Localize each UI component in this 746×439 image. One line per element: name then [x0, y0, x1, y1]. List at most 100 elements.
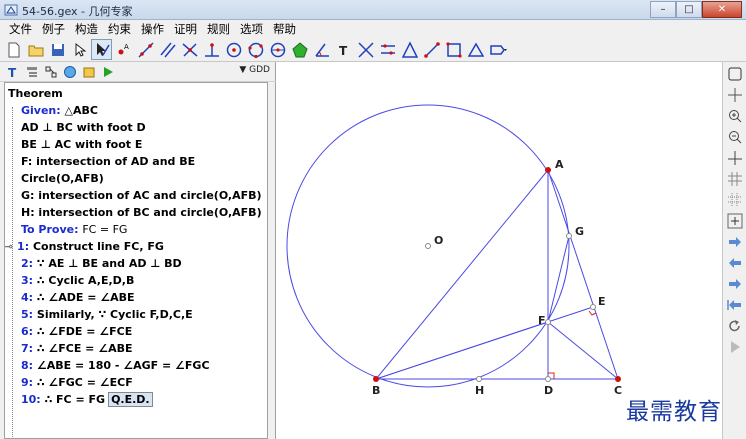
play-icon[interactable]	[727, 339, 743, 355]
step-back-icon[interactable]	[727, 297, 743, 313]
proof-step[interactable]: 3: ∴ Cyclic A,E,D,B	[21, 272, 134, 289]
segment-fg[interactable]	[547, 235, 570, 323]
point-d[interactable]	[545, 376, 551, 382]
proof-step[interactable]: 2: ∵ AE ⊥ BE and AD ⊥ BD	[21, 255, 182, 272]
tree-root[interactable]: Theorem	[8, 85, 63, 102]
save-icon[interactable]	[47, 39, 68, 60]
qed-badge[interactable]: Q.E.D.	[108, 392, 153, 407]
database-icon[interactable]	[80, 64, 98, 80]
arrow-right-icon[interactable]	[727, 234, 743, 250]
app-icon	[4, 4, 18, 16]
step-number: 10:	[21, 393, 41, 406]
condition-row[interactable]: F: intersection of AD and BE	[21, 153, 195, 170]
select-arrow-icon[interactable]	[69, 39, 90, 60]
text-icon[interactable]: T	[333, 39, 354, 60]
menu-examples[interactable]: 例子	[37, 21, 70, 37]
point-g[interactable]	[566, 233, 572, 239]
step-text: Similarly, ∵ Cyclic F,D,C,E	[36, 308, 193, 321]
triangle-abc[interactable]	[374, 168, 619, 380]
maximize-button[interactable]: □	[676, 1, 702, 18]
svg-text:T: T	[339, 44, 348, 58]
menu-prove[interactable]: 证明	[169, 21, 202, 37]
menu-construct[interactable]: 构造	[70, 21, 103, 37]
perpendicular-icon[interactable]	[179, 39, 200, 60]
condition-row[interactable]: AD ⊥ BC with foot D	[21, 119, 146, 136]
new-file-icon[interactable]	[3, 39, 24, 60]
point-e[interactable]	[590, 304, 596, 310]
mode-dropdown[interactable]: ▼ GDD	[239, 65, 270, 75]
given-row[interactable]: Given: △ABC	[21, 102, 98, 119]
parallel-icon[interactable]	[157, 39, 178, 60]
circle-three-point-icon[interactable]	[245, 39, 266, 60]
proof-step[interactable]: 9: ∴ ∠FGC = ∠ECF	[21, 374, 133, 391]
minimize-button[interactable]: –	[650, 1, 676, 18]
axis-icon[interactable]	[727, 150, 743, 166]
menu-rules[interactable]: 规则	[202, 21, 235, 37]
point-c[interactable]	[615, 376, 621, 382]
isoceles-icon[interactable]	[465, 39, 486, 60]
grid-snap-icon[interactable]	[727, 213, 743, 229]
segment-icon[interactable]	[421, 39, 442, 60]
close-button[interactable]: ✕	[702, 1, 742, 18]
proof-step[interactable]: 6: ∴ ∠FDE = ∠FCE	[21, 323, 132, 340]
tree-icon[interactable]	[23, 64, 41, 80]
tree-guide-line	[12, 107, 13, 437]
redo-icon[interactable]	[727, 318, 743, 334]
expand-icon[interactable]: ⊸	[5, 240, 17, 253]
circle-center-icon[interactable]	[223, 39, 244, 60]
more-dropdown-icon[interactable]	[487, 39, 508, 60]
intersect-icon[interactable]	[355, 39, 376, 60]
menu-file[interactable]: 文件	[4, 21, 37, 37]
ratio-icon[interactable]	[377, 39, 398, 60]
open-folder-icon[interactable]	[25, 39, 46, 60]
proof-step[interactable]: 8: ∠ABE = 180 - ∠AGF = ∠FGC	[21, 357, 210, 374]
polygon-icon[interactable]	[289, 39, 310, 60]
line-icon[interactable]	[135, 39, 156, 60]
point-o[interactable]	[425, 243, 431, 249]
run-icon[interactable]	[99, 64, 117, 80]
menu-constraint[interactable]: 约束	[103, 21, 136, 37]
tree-root-label: Theorem	[8, 87, 63, 100]
condition-row[interactable]: BE ⊥ AC with foot E	[21, 136, 142, 153]
menu-help[interactable]: 帮助	[268, 21, 301, 37]
theorem-icon[interactable]: T	[4, 64, 22, 80]
grid-dot-icon[interactable]	[727, 192, 743, 208]
point-h[interactable]	[476, 376, 482, 382]
theorem-tree: Theorem Given: △ABC AD ⊥ BC with foot D …	[4, 82, 268, 439]
proof-step[interactable]: 4: ∴ ∠ADE = ∠ABE	[21, 289, 135, 306]
point-icon[interactable]: A	[113, 39, 134, 60]
proof-step[interactable]: 7: ∴ ∠FCE = ∠ABE	[21, 340, 133, 357]
segment-fc[interactable]	[547, 321, 619, 380]
step-forward-icon[interactable]	[727, 276, 743, 292]
geometry-diagram[interactable]: A B C D E F G H O	[276, 62, 722, 439]
graph-icon[interactable]	[42, 64, 60, 80]
globe-icon[interactable]	[61, 64, 79, 80]
menu-options[interactable]: 选项	[235, 21, 268, 37]
select-bold-icon[interactable]	[91, 39, 112, 60]
condition-row[interactable]: G: intersection of AC and circle(O,AFB)	[21, 187, 262, 204]
arrow-left-icon[interactable]	[727, 255, 743, 271]
square-icon[interactable]	[443, 39, 464, 60]
condition-row[interactable]: Circle(O,AFB)	[21, 170, 104, 187]
menu-action[interactable]: 操作	[136, 21, 169, 37]
point-f[interactable]	[545, 319, 551, 325]
condition-row[interactable]: H: intersection of BC and circle(O,AFB)	[21, 204, 262, 221]
foot-icon[interactable]	[201, 39, 222, 60]
zoom-in-icon[interactable]	[727, 108, 743, 124]
grid-icon[interactable]	[727, 171, 743, 187]
triangle-icon[interactable]	[399, 39, 420, 60]
condition-text: F: intersection of AD and BE	[21, 155, 196, 168]
point-b[interactable]	[373, 376, 379, 382]
circle-diameter-icon[interactable]	[267, 39, 288, 60]
zoom-out-icon[interactable]	[727, 129, 743, 145]
proof-step[interactable]: 10: ∴ FC = FG Q.E.D.	[21, 391, 153, 408]
proof-step[interactable]: 5: Similarly, ∵ Cyclic F,D,C,E	[21, 306, 193, 323]
drawing-canvas[interactable]: A B C D E F G H O	[276, 62, 722, 439]
angle-icon[interactable]	[311, 39, 332, 60]
point-a[interactable]	[545, 167, 551, 173]
layout-icon[interactable]	[727, 66, 743, 82]
move-icon[interactable]	[727, 87, 743, 103]
step-number: 7:	[21, 342, 34, 355]
proof-step[interactable]: ⊸ 1: Construct line FC, FG	[5, 238, 164, 255]
prove-row[interactable]: To Prove: FC = FG	[21, 221, 127, 238]
